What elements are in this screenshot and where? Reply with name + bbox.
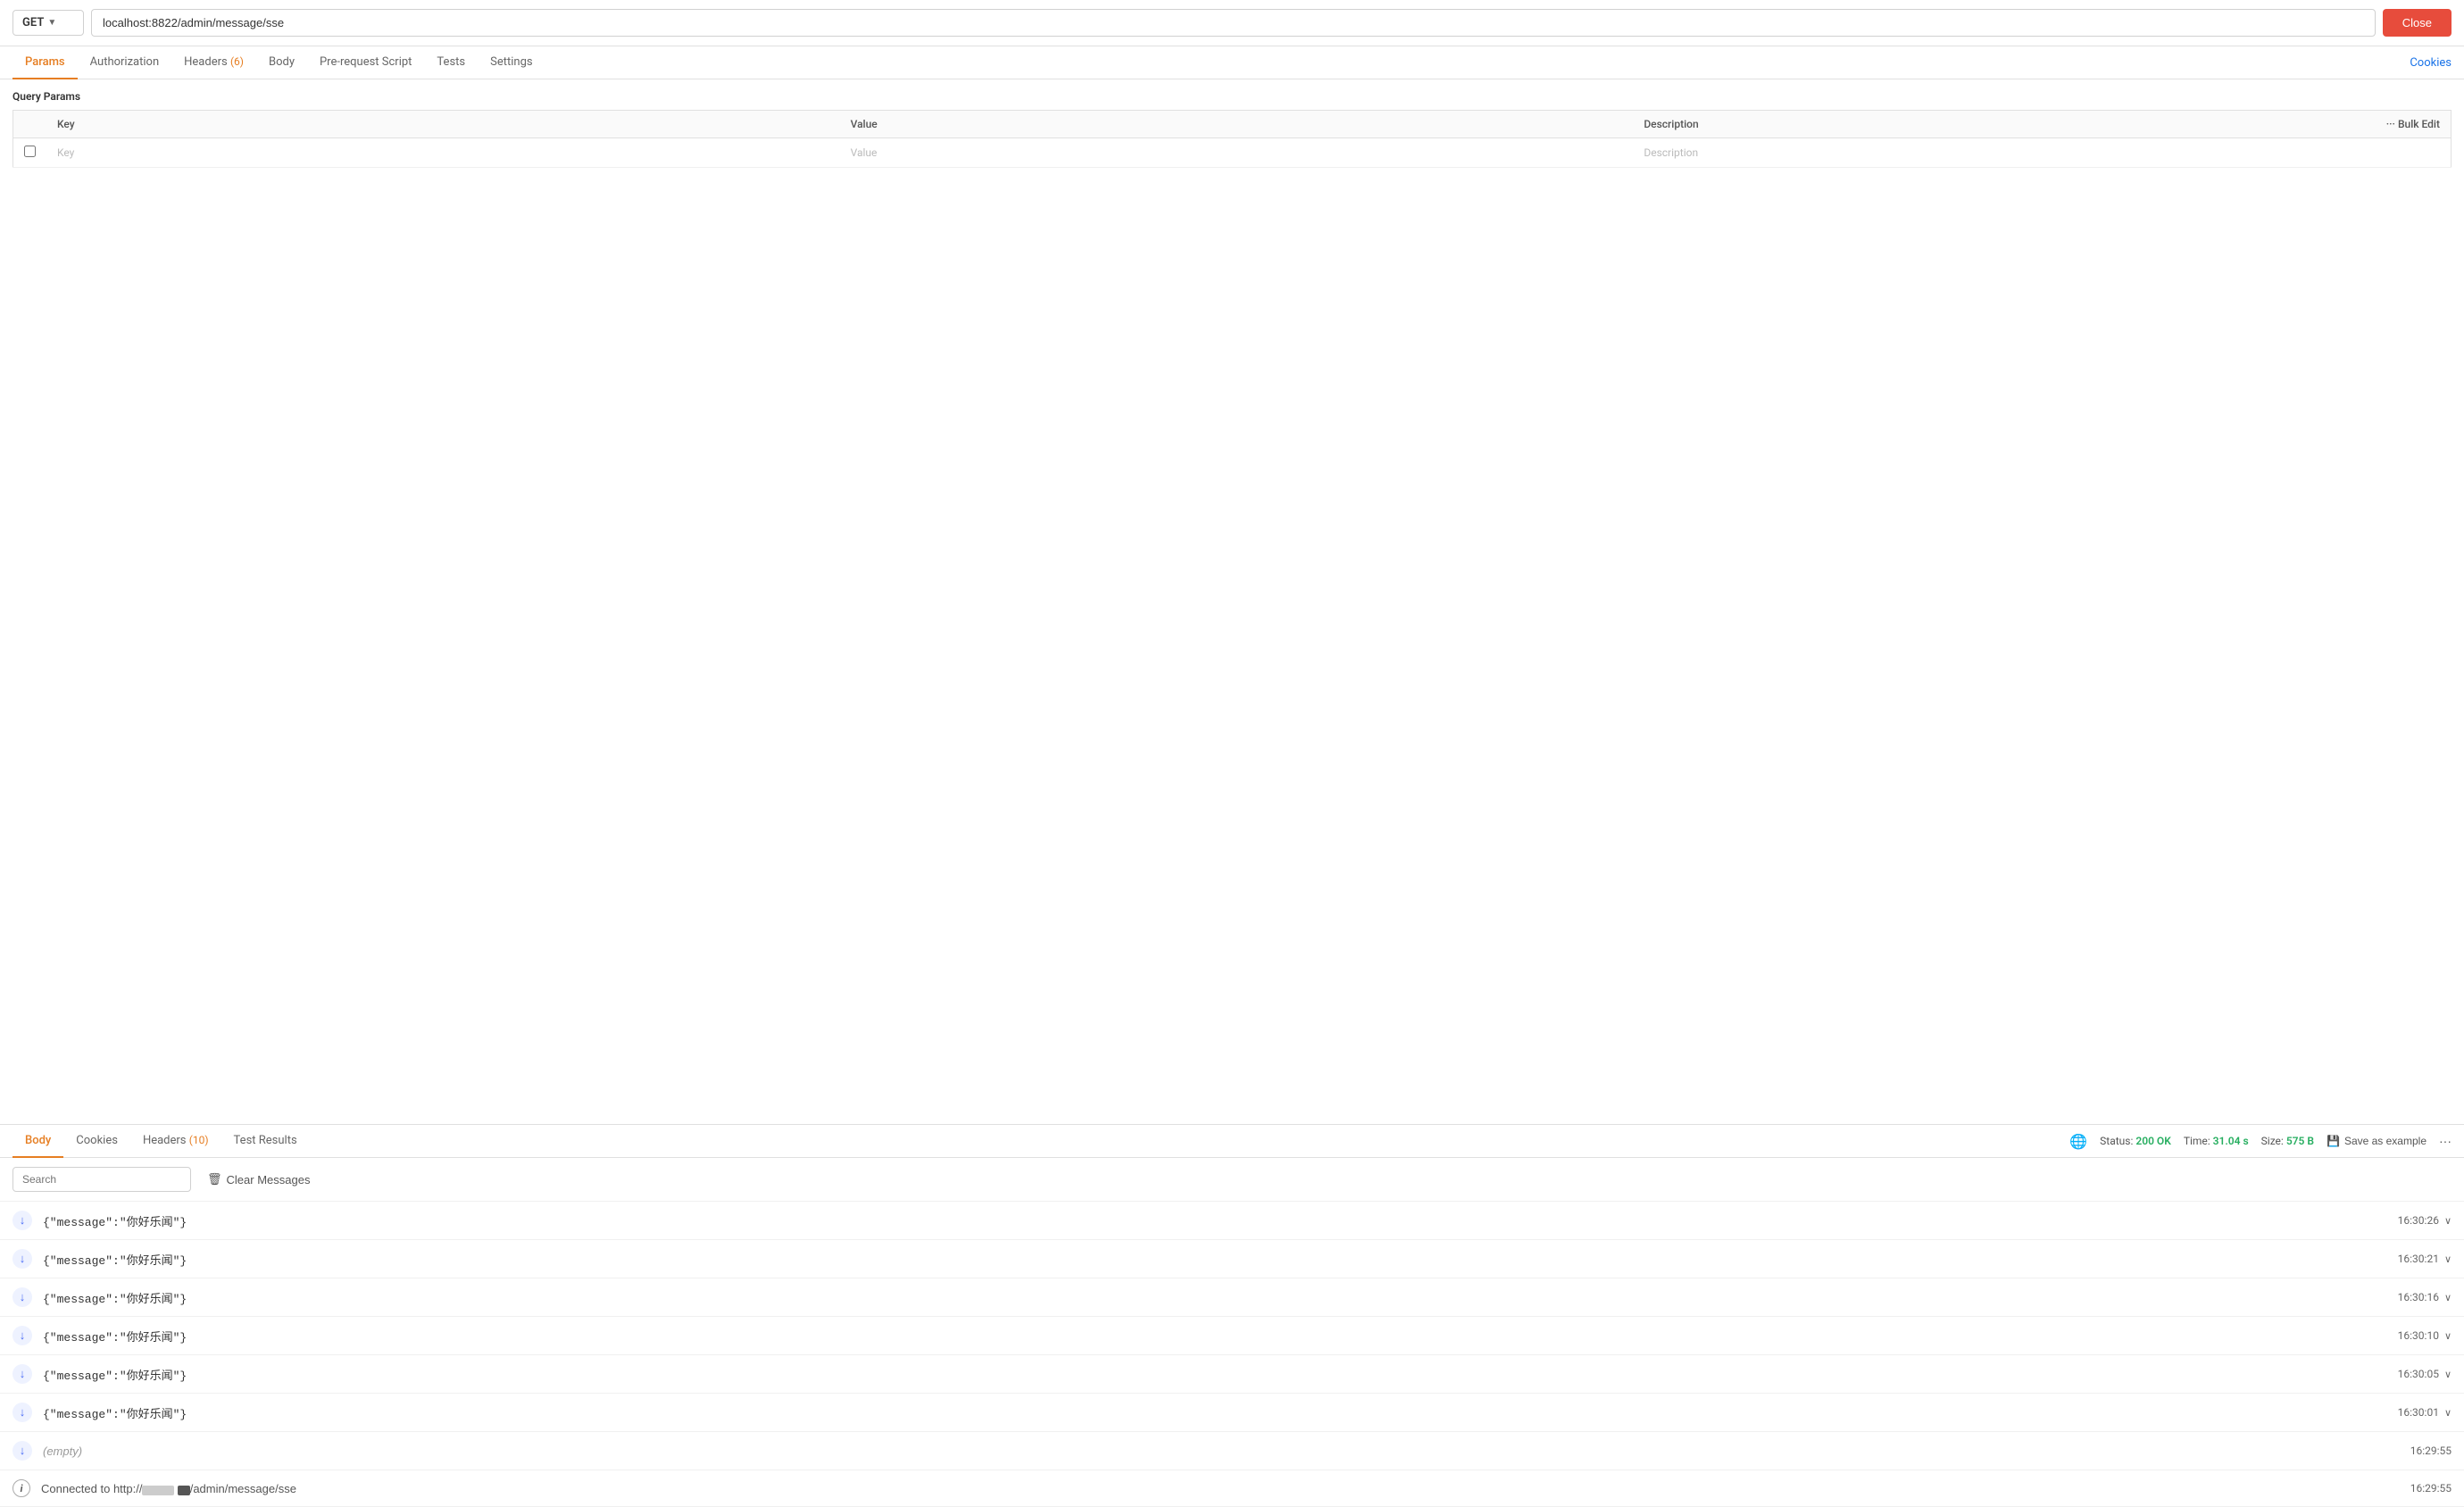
- col-value-header: Value: [840, 111, 1634, 138]
- message-time: 16:30:01 ∨: [2398, 1406, 2452, 1419]
- col-checkbox-header: [13, 111, 47, 138]
- cookies-link[interactable]: Cookies: [2410, 56, 2452, 70]
- down-arrow-icon: ↓: [12, 1249, 32, 1269]
- message-time: 16:30:16 ∨: [2398, 1291, 2452, 1303]
- search-input[interactable]: [12, 1167, 191, 1192]
- list-item[interactable]: ↓ {"message":"你好乐闻"} 16:30:16 ∨: [0, 1278, 2464, 1317]
- col-key-header: Key: [46, 111, 840, 138]
- method-label: GET: [22, 16, 44, 29]
- message-time: 16:30:21 ∨: [2398, 1253, 2452, 1265]
- response-toolbar: 🗑 Clear Messages: [0, 1158, 2464, 1202]
- message-content: {"message":"你好乐闻"}: [43, 1366, 2387, 1383]
- message-content: {"message":"你好乐闻"}: [43, 1289, 2387, 1306]
- expand-icon: ∨: [2444, 1215, 2452, 1227]
- bulk-edit-button[interactable]: ··· Bulk Edit: [2386, 118, 2440, 130]
- tab-params[interactable]: Params: [12, 46, 78, 79]
- save-icon: 💾: [2327, 1135, 2340, 1147]
- query-params-section: Query Params Key Value Description ···: [0, 79, 2464, 179]
- expand-icon: ∨: [2444, 1292, 2452, 1303]
- tab-authorization[interactable]: Authorization: [78, 46, 172, 79]
- key-cell[interactable]: Key: [46, 138, 840, 168]
- request-tabs: Params Authorization Headers (6) Body Pr…: [0, 46, 2464, 79]
- tab-headers[interactable]: Headers (6): [171, 46, 256, 79]
- message-content: {"message":"你好乐闻"}: [43, 1404, 2387, 1421]
- message-content: {"message":"你好乐闻"}: [43, 1328, 2387, 1345]
- resp-tab-body[interactable]: Body: [12, 1125, 63, 1158]
- response-meta: 🌐 Status: 200 OK Time: 31.04 s Size: 575…: [2069, 1133, 2452, 1150]
- expand-icon: ∨: [2444, 1330, 2452, 1342]
- down-arrow-icon: ↓: [12, 1287, 32, 1307]
- list-item[interactable]: ↓ {"message":"你好乐闻"} 16:30:05 ∨: [0, 1355, 2464, 1394]
- value-cell[interactable]: Value: [840, 138, 1634, 168]
- chevron-down-icon: ▼: [47, 18, 56, 28]
- message-time: 16:30:05 ∨: [2398, 1368, 2452, 1380]
- message-content-empty: (empty): [43, 1445, 2400, 1458]
- expand-icon: ∨: [2444, 1407, 2452, 1419]
- more-options-button[interactable]: ···: [2439, 1134, 2452, 1148]
- expand-icon: ∨: [2444, 1253, 2452, 1265]
- status-value: 200 OK: [2135, 1135, 2170, 1147]
- down-arrow-icon: ↓: [12, 1364, 32, 1384]
- url-bar: GET ▼ Close: [0, 0, 2464, 46]
- expand-icon: ∨: [2444, 1369, 2452, 1380]
- down-arrow-icon: ↓: [12, 1441, 32, 1461]
- query-params-title: Query Params: [12, 90, 2452, 103]
- list-item[interactable]: ↓ {"message":"你好乐闻"} 16:30:01 ∨: [0, 1394, 2464, 1432]
- resp-tab-testresults[interactable]: Test Results: [221, 1125, 310, 1158]
- message-content: {"message":"你好乐闻"}: [43, 1212, 2387, 1229]
- desc-cell[interactable]: Description: [1633, 138, 2451, 168]
- message-time: 16:29:55: [2410, 1482, 2452, 1495]
- message-time: 16:30:26 ∨: [2398, 1214, 2452, 1227]
- down-arrow-icon: ↓: [12, 1211, 32, 1230]
- list-item[interactable]: ↓ (empty) 16:29:55: [0, 1432, 2464, 1470]
- row-checkbox[interactable]: [24, 146, 36, 157]
- col-desc-header: Description ··· Bulk Edit: [1633, 111, 2451, 138]
- clear-messages-button[interactable]: 🗑 Clear Messages: [200, 1169, 317, 1190]
- message-content-connected: Connected to http://█████ ██/admin/messa…: [41, 1482, 2400, 1495]
- list-item[interactable]: ↓ {"message":"你好乐闻"} 16:30:26 ∨: [0, 1202, 2464, 1240]
- message-time: 16:29:55: [2410, 1445, 2452, 1457]
- down-arrow-icon: ↓: [12, 1326, 32, 1345]
- params-table: Key Value Description ··· Bulk Edit: [12, 110, 2452, 168]
- size-value: 575 B: [2286, 1135, 2314, 1147]
- resp-tab-headers[interactable]: Headers (10): [130, 1125, 221, 1158]
- save-example-button[interactable]: 💾 Save as example: [2327, 1135, 2427, 1147]
- time-label: Time: 31.04 s: [2184, 1135, 2249, 1147]
- message-time: 16:30:10 ∨: [2398, 1329, 2452, 1342]
- response-section: Body Cookies Headers (10) Test Results 🌐…: [0, 1124, 2464, 1507]
- url-input[interactable]: [91, 9, 2376, 37]
- down-arrow-icon: ↓: [12, 1403, 32, 1422]
- list-item[interactable]: i Connected to http://█████ ██/admin/mes…: [0, 1470, 2464, 1507]
- trash-icon: 🗑: [207, 1172, 222, 1186]
- tab-tests[interactable]: Tests: [424, 46, 478, 79]
- status-label: Status: 200 OK: [2100, 1135, 2171, 1147]
- size-label: Size: 575 B: [2261, 1135, 2314, 1147]
- globe-icon: 🌐: [2069, 1133, 2087, 1150]
- method-selector[interactable]: GET ▼: [12, 10, 84, 36]
- list-item[interactable]: ↓ {"message":"你好乐闻"} 16:30:21 ∨: [0, 1240, 2464, 1278]
- close-button[interactable]: Close: [2383, 9, 2452, 37]
- info-icon: i: [12, 1479, 30, 1497]
- tab-prerequest[interactable]: Pre-request Script: [307, 46, 424, 79]
- list-item[interactable]: ↓ {"message":"你好乐闻"} 16:30:10 ∨: [0, 1317, 2464, 1355]
- app-layout: GET ▼ Close Params Authorization Headers…: [0, 0, 2464, 1507]
- response-tabs: Body Cookies Headers (10) Test Results 🌐…: [0, 1125, 2464, 1158]
- request-spacer: [0, 179, 2464, 1124]
- message-content: {"message":"你好乐闻"}: [43, 1251, 2387, 1268]
- time-value: 31.04 s: [2213, 1135, 2249, 1147]
- resp-tab-cookies[interactable]: Cookies: [63, 1125, 130, 1158]
- tab-settings[interactable]: Settings: [478, 46, 545, 79]
- message-list: ↓ {"message":"你好乐闻"} 16:30:26 ∨ ↓ {"mess…: [0, 1202, 2464, 1507]
- tab-body[interactable]: Body: [256, 46, 307, 79]
- table-row: Key Value Description: [13, 138, 2452, 168]
